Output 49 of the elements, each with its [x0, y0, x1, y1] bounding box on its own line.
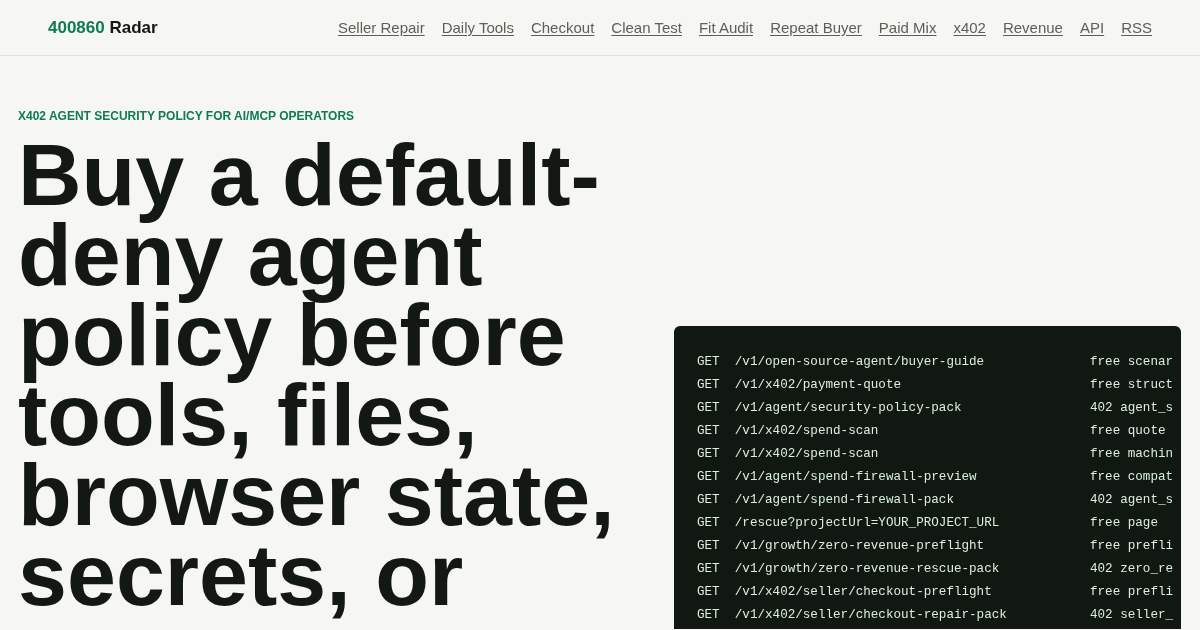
endpoint-note: free quote — [1089, 423, 1166, 440]
nav-link[interactable]: RSS — [1121, 19, 1152, 36]
endpoint-note: free compat — [1089, 469, 1174, 486]
endpoint-note: free scenar — [1089, 354, 1174, 371]
http-method: GET — [697, 561, 721, 578]
http-method: GET — [697, 584, 721, 601]
nav-link[interactable]: Fit Audit — [698, 19, 754, 36]
endpoint-note: free page — [1089, 515, 1158, 532]
nav-link[interactable]: Paid Mix — [878, 19, 937, 36]
endpoint-note: 402 zero_re — [1089, 561, 1174, 578]
endpoint-path: /v1/x402/seller/checkout-preflight — [734, 584, 993, 601]
eyebrow-label: X402 AGENT SECURITY POLICY FOR AI/MCP OPERATORS — [18, 108, 356, 124]
endpoint-path: /v1/agent/security-policy-pack — [734, 400, 963, 417]
endpoint-path: /v1/open-source-agent/buyer-guide — [734, 354, 986, 371]
endpoint-note: free machin — [1089, 446, 1174, 463]
site-logo[interactable]: 400860 Radar — [48, 17, 158, 38]
http-method: GET — [697, 354, 721, 371]
endpoint-note: 402 agent_s — [1089, 400, 1174, 417]
endpoint-path: /v1/growth/zero-revenue-rescue-pack — [734, 561, 1001, 578]
http-method: GET — [697, 400, 721, 417]
endpoint-path: /v1/x402/payment-quote — [734, 377, 903, 394]
endpoint-note: 402 seller_ — [1089, 607, 1174, 624]
endpoint-note: free struct — [1089, 377, 1174, 394]
endpoint-note: free prefli — [1089, 538, 1174, 555]
endpoint-note: free prefli — [1089, 584, 1174, 601]
endpoint-path: /v1/agent/spend-firewall-preview — [734, 469, 978, 486]
http-method: GET — [697, 515, 721, 532]
http-method: GET — [697, 469, 721, 486]
nav-link[interactable]: API — [1079, 19, 1105, 36]
http-method: GET — [697, 607, 721, 624]
nav-link[interactable]: Checkout — [530, 19, 595, 36]
endpoint-path: /rescue?projectUrl=YOUR_PROJECT_URL — [734, 515, 1001, 532]
endpoint-path: /v1/x402/seller/checkout-repair-pack — [734, 607, 1008, 624]
http-method: GET — [697, 492, 721, 509]
endpoint-path: /v1/x402/spend-scan — [734, 446, 880, 463]
nav-link[interactable]: x402 — [953, 19, 986, 36]
endpoint-note: 402 agent_s — [1089, 492, 1174, 509]
nav-link[interactable]: Revenue — [1002, 19, 1063, 36]
http-method: GET — [697, 446, 721, 463]
nav-link[interactable]: Daily Tools — [441, 19, 514, 36]
endpoint-path: /v1/agent/spend-firewall-pack — [734, 492, 955, 509]
endpoint-path: /v1/x402/spend-scan — [734, 423, 880, 440]
http-method: GET — [697, 377, 721, 394]
endpoint-path: /v1/growth/zero-revenue-preflight — [734, 538, 986, 555]
nav-link[interactable]: Seller Repair — [337, 19, 425, 36]
http-method: GET — [697, 538, 721, 555]
nav-link[interactable]: Clean Test — [611, 19, 682, 36]
nav-link[interactable]: Repeat Buyer — [770, 19, 862, 36]
http-method: GET — [697, 423, 721, 440]
